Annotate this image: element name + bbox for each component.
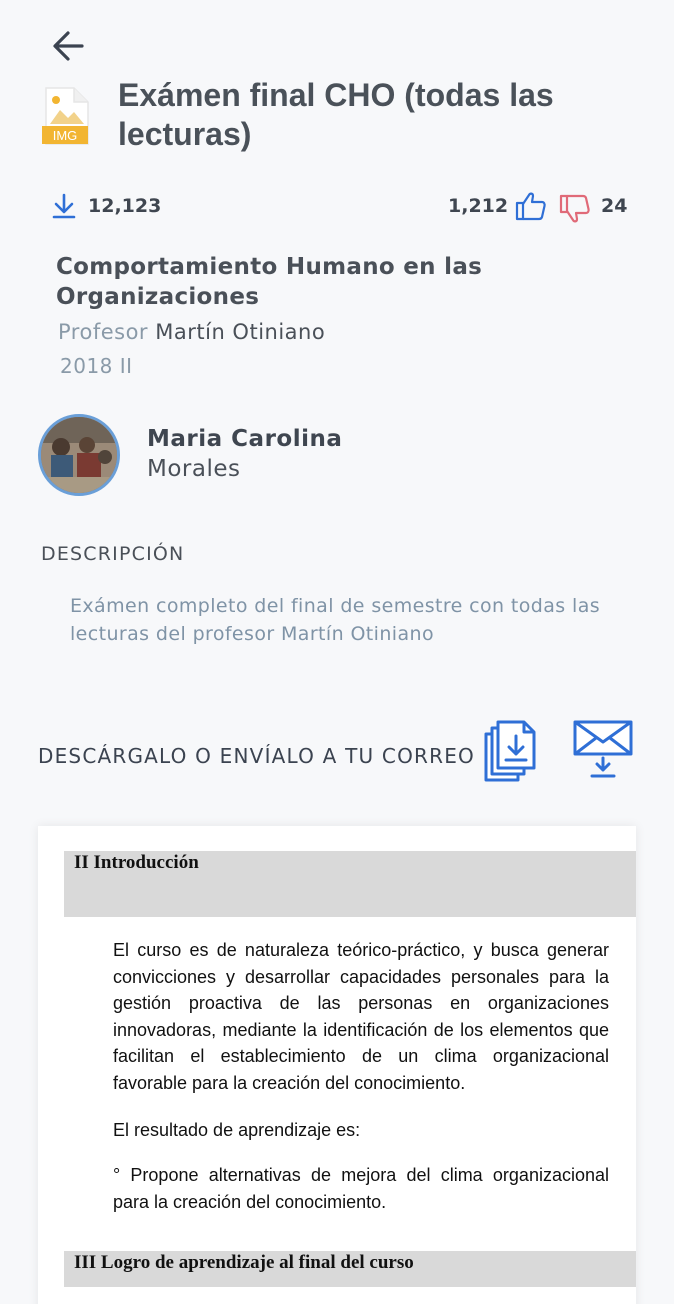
preview-paragraph: El curso es de naturaleza teórico-prácti… <box>113 940 609 1093</box>
professor-label: Profesor <box>58 320 149 344</box>
download-icon <box>50 192 78 220</box>
download-count: 12,123 <box>88 195 162 217</box>
back-button[interactable] <box>46 26 90 66</box>
thumbs-down-icon[interactable] <box>558 193 592 225</box>
email-download-icon <box>573 720 633 778</box>
description-heading: DESCRIPCIÓN <box>41 543 185 565</box>
course-name: Comportamiento Humano en las Organizacio… <box>56 254 483 310</box>
download-send-label: DESCÁRGALO O ENVÍALO A TU CORREO <box>38 744 476 768</box>
email-send-button[interactable] <box>572 718 634 780</box>
description-text: Exámen completo del final de semestre co… <box>70 595 601 645</box>
preview-paragraph: El resultado de aprendizaje es: <box>113 1120 361 1140</box>
thumbs-up-icon[interactable] <box>514 190 548 222</box>
section-heading-learning-outcome: III Logro de aprendizaje al final del cu… <box>64 1251 636 1287</box>
document-title: Exámen final CHO (todas las lecturas) <box>118 77 554 152</box>
document-preview[interactable]: II Introducción El curso es de naturalez… <box>38 826 636 1304</box>
file-type-label: IMG <box>53 128 78 143</box>
course-term: 2018 II <box>60 354 133 378</box>
document-download-icon <box>484 720 536 782</box>
preview-paragraph: ° Propone alternativas de mejora del cli… <box>113 1165 609 1212</box>
author-last-name: Morales <box>147 456 241 482</box>
author-first-name: Maria Carolina <box>147 426 343 452</box>
document-download-button[interactable] <box>478 718 540 784</box>
image-file-icon: IMG <box>42 86 90 148</box>
dislike-count: 24 <box>601 195 628 217</box>
professor-line: Profesor Martín Otiniano <box>58 320 325 344</box>
stats-row: 12,123 1,212 24 <box>50 190 640 224</box>
arrow-left-icon <box>53 31 84 61</box>
author-name[interactable]: Maria Carolina Morales <box>147 424 342 484</box>
section-heading-introduction: II Introducción <box>64 851 636 917</box>
like-count: 1,212 <box>448 195 509 217</box>
author-avatar[interactable] <box>38 414 120 496</box>
professor-name: Martín Otiniano <box>155 320 326 344</box>
